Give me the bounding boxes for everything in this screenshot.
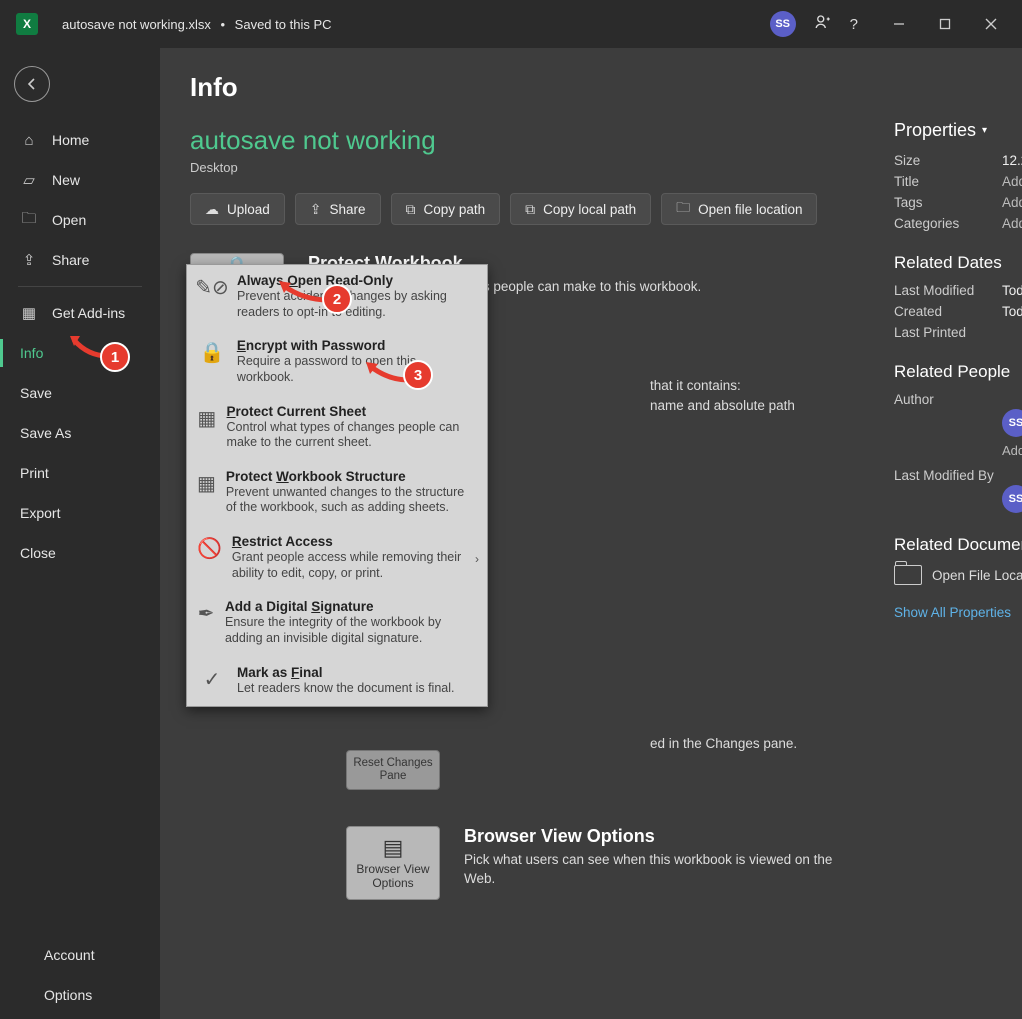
close-button[interactable] <box>968 0 1014 48</box>
final-icon: ✓ <box>197 665 227 697</box>
action-row: ☁Upload ⇪Share ⧉Copy path ⧉Copy local pa… <box>190 193 992 225</box>
author-person[interactable]: SS Srishti Sisodia <box>1002 409 1022 437</box>
prop-value-created: Today, 15:59 <box>1002 304 1022 319</box>
upload-button[interactable]: ☁Upload <box>190 193 285 225</box>
sidebar-item-save[interactable]: Save <box>0 373 160 413</box>
folder-icon: 🗀 <box>676 197 690 221</box>
share-button[interactable]: ⇪Share <box>295 193 381 225</box>
dropdown-protect-structure[interactable]: ▦ Protect Workbook StructurePrevent unwa… <box>187 461 487 526</box>
submenu-arrow-icon: › <box>475 552 479 566</box>
show-all-properties-link[interactable]: Show All Properties <box>894 605 1022 620</box>
sheet-lock-icon: ▦ <box>197 404 217 451</box>
sidebar-item-account[interactable]: Account <box>0 935 160 975</box>
backstage-sidebar: ⌂Home ▱New 🗀Open ⇪Share ▦Get Add-ins Inf… <box>0 48 160 1019</box>
sidebar-item-open[interactable]: 🗀Open <box>0 200 160 240</box>
sidebar-item-new[interactable]: ▱New <box>0 160 160 200</box>
dropdown-mark-final[interactable]: ✓ Mark as FinalLet readers know the docu… <box>187 657 487 707</box>
user-avatar[interactable]: SS <box>770 11 796 37</box>
avatar: SS <box>1002 409 1022 437</box>
page-title: Info <box>190 72 992 103</box>
share-icon: ⇪ <box>20 251 38 269</box>
browser-desc: Pick what users can see when this workbo… <box>464 851 864 889</box>
file-location: Desktop <box>190 160 992 175</box>
annotation-badge-1: 1 <box>100 342 130 372</box>
prop-value-modified: Today, 16:43 <box>1002 283 1022 298</box>
help-icon[interactable]: ? <box>850 16 858 33</box>
dropdown-digital-signature[interactable]: ✒ Add a Digital SignatureEnsure the inte… <box>187 591 487 656</box>
sidebar-item-export[interactable]: Export <box>0 493 160 533</box>
sidebar-item-share[interactable]: ⇪Share <box>0 240 160 280</box>
sidebar-item-home[interactable]: ⌂Home <box>0 120 160 160</box>
reset-changes-pane-button[interactable]: Reset Changes Pane <box>346 750 440 790</box>
coming-soon-icon[interactable] <box>814 13 832 35</box>
sidebar-item-close[interactable]: Close <box>0 533 160 573</box>
browser-view-options-button[interactable]: ▤ Browser View Options <box>346 826 440 900</box>
protect-workbook-dropdown: ✎⊘ Always Open Read-OnlyPrevent accident… <box>186 264 488 707</box>
link-icon: ⧉ <box>406 201 416 218</box>
open-file-location-link[interactable]: Open File Location <box>894 565 1022 585</box>
prop-label: Title <box>894 174 1002 189</box>
file-title: autosave not working <box>190 125 992 156</box>
dropdown-protect-sheet[interactable]: ▦ Protect Current SheetControl what type… <box>187 396 487 461</box>
browser-title: Browser View Options <box>464 826 864 847</box>
inspect-fragment: that it contains: <box>650 376 795 396</box>
sidebar-item-options[interactable]: Options <box>0 975 160 1015</box>
sheet-icon: ▤ <box>383 835 404 860</box>
title-bar: X autosave not working.xlsx • Saved to t… <box>0 0 1022 48</box>
related-people-heading: Related People <box>894 362 1022 382</box>
sidebar-item-saveas[interactable]: Save As <box>0 413 160 453</box>
prop-label: Tags <box>894 195 1002 210</box>
modified-by-label: Last Modified By <box>894 468 1022 483</box>
prop-label: Categories <box>894 216 1002 231</box>
encrypt-icon: 🔒 <box>197 338 227 385</box>
prop-label: Created <box>894 304 1002 319</box>
signature-icon: ✒ <box>197 599 215 646</box>
avatar: SS <box>1002 485 1022 513</box>
folder-icon <box>894 565 922 585</box>
share-pill-icon: ⇪ <box>310 201 322 218</box>
prop-value-size: 12.2KB <box>1002 153 1022 168</box>
open-icon: 🗀 <box>20 208 38 233</box>
new-icon: ▱ <box>20 171 38 189</box>
open-file-location-button[interactable]: 🗀Open file location <box>661 193 817 225</box>
add-tag-link[interactable]: Add a tag <box>1002 195 1022 210</box>
browser-view-section: ▤ Browser View Options Browser View Opti… <box>346 826 864 900</box>
properties-heading[interactable]: Properties <box>894 120 1022 141</box>
related-dates-heading: Related Dates <box>894 253 1022 273</box>
excel-app-icon: X <box>16 13 38 35</box>
annotation-badge-2: 2 <box>322 284 352 314</box>
properties-panel: Properties Size12.2KB TitleAdd a title T… <box>894 120 1022 620</box>
related-documents-heading: Related Documents <box>894 535 1022 555</box>
dropdown-restrict-access[interactable]: 🚫 Restrict AccessGrant people access whi… <box>187 526 487 591</box>
copy-local-path-button[interactable]: ⧉Copy local path <box>510 193 651 225</box>
changes-fragment: ed in the Changes pane. <box>650 736 797 751</box>
modified-by-person[interactable]: SS Srishti Sisodia <box>1002 485 1022 513</box>
document-title: autosave not working.xlsx • Saved to thi… <box>62 17 332 32</box>
back-button[interactable] <box>14 66 50 102</box>
sidebar-item-print[interactable]: Print <box>0 453 160 493</box>
structure-lock-icon: ▦ <box>197 469 216 516</box>
prop-label: Size <box>894 153 1002 168</box>
addins-icon: ▦ <box>20 304 38 322</box>
add-title-link[interactable]: Add a title <box>1002 174 1022 189</box>
dropdown-encrypt-password[interactable]: 🔒 Encrypt with PasswordRequire a passwor… <box>187 330 487 395</box>
maximize-button[interactable] <box>922 0 968 48</box>
annotation-badge-3: 3 <box>403 360 433 390</box>
prop-label: Last Printed <box>894 325 1002 340</box>
prop-label: Last Modified <box>894 283 1002 298</box>
upload-icon: ☁ <box>205 201 219 218</box>
add-author-link[interactable]: Add an author <box>1002 443 1022 458</box>
home-icon: ⌂ <box>20 132 38 149</box>
author-label: Author <box>894 392 1002 407</box>
add-category-link[interactable]: Add a category <box>1002 216 1022 231</box>
sidebar-item-addins[interactable]: ▦Get Add-ins <box>0 293 160 333</box>
inspect-fragment: name and absolute path <box>650 396 795 416</box>
restrict-icon: 🚫 <box>197 534 222 581</box>
minimize-button[interactable] <box>876 0 922 48</box>
readonly-icon: ✎⊘ <box>197 273 227 320</box>
link-icon: ⧉ <box>525 201 535 218</box>
copy-path-button[interactable]: ⧉Copy path <box>391 193 501 225</box>
